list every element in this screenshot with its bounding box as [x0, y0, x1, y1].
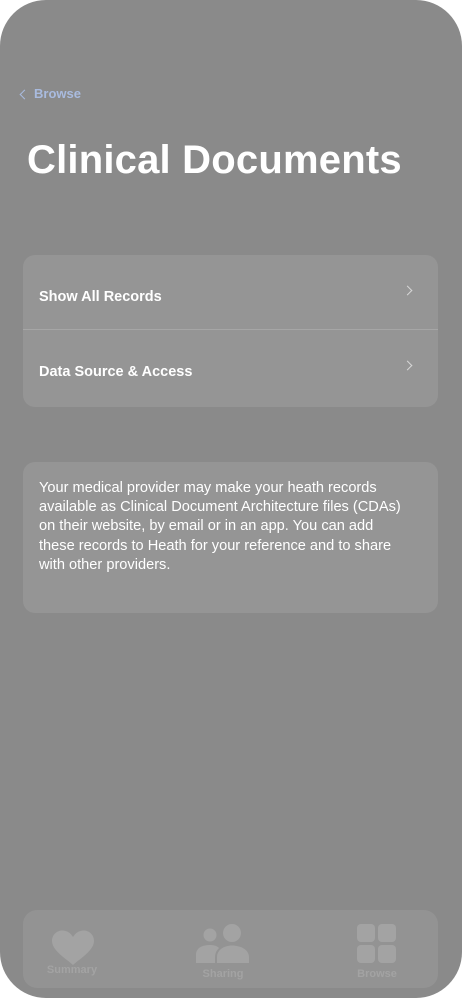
info-card: Your medical provider may make your heat… [23, 462, 438, 613]
tab-sharing[interactable]: Sharing [181, 910, 265, 988]
tab-bar: Summary Sharing Browse [23, 910, 438, 988]
back-button[interactable]: Browse [19, 86, 81, 101]
tab-summary[interactable]: Summary [31, 910, 113, 988]
chevron-left-icon [19, 89, 30, 99]
show-all-records-label: Show All Records [39, 289, 162, 305]
heart-icon [52, 930, 94, 965]
people-icon [196, 924, 249, 963]
page-title: Clinical Documents [27, 138, 402, 182]
grid-icon [357, 924, 396, 963]
info-text: Your medical provider may make your heat… [39, 480, 401, 573]
back-button-label: Browse [34, 86, 81, 101]
data-source-access-label: Data Source & Access [39, 364, 193, 380]
tab-browse[interactable]: Browse [339, 910, 415, 988]
phone-screen: Browse Clinical Documents Show All Recor… [0, 0, 462, 998]
tab-sharing-label: Sharing [202, 968, 244, 980]
tab-browse-label: Browse [357, 968, 397, 980]
show-all-records-row[interactable]: Show All Records [23, 255, 438, 329]
tab-summary-label: Summary [46, 964, 98, 976]
records-menu: Show All Records Data Source & Access [23, 255, 438, 407]
data-source-access-row[interactable]: Data Source & Access [23, 330, 438, 404]
chevron-right-icon [402, 360, 413, 371]
chevron-right-icon [402, 285, 413, 296]
